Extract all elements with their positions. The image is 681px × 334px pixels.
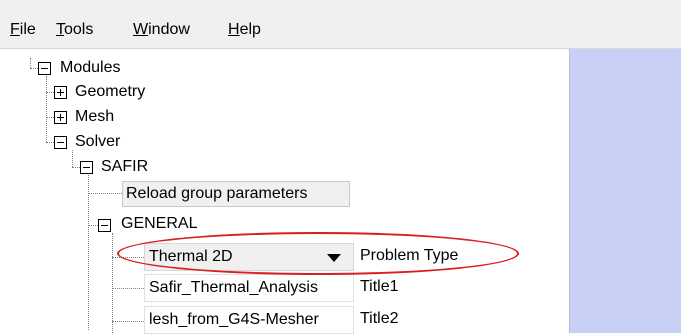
tree-node-general[interactable]: GENERAL <box>121 214 197 234</box>
modules-collapse-icon[interactable] <box>38 62 51 75</box>
title2-label: Title2 <box>360 310 399 327</box>
mesh-expand-icon[interactable] <box>54 111 67 124</box>
menu-bar: File Tools Window Help <box>0 0 681 49</box>
tree-connector <box>88 225 98 226</box>
dropdown-arrow-icon[interactable] <box>327 254 341 262</box>
tree-connector <box>112 257 144 258</box>
tree-node-solver[interactable]: Solver <box>75 132 120 152</box>
reload-group-parameters-button[interactable]: Reload group parameters <box>122 181 350 207</box>
menu-tools[interactable]: Tools <box>56 20 93 40</box>
solver-collapse-icon[interactable] <box>54 136 67 149</box>
tree-node-mesh[interactable]: Mesh <box>75 107 114 127</box>
tree-connector <box>112 233 113 333</box>
tree-connector <box>88 193 122 194</box>
tree-connector <box>112 288 144 289</box>
tree-connector <box>30 58 31 68</box>
tree-connector <box>46 92 54 93</box>
safir-collapse-icon[interactable] <box>80 161 93 174</box>
menu-window[interactable]: Window <box>133 20 190 40</box>
tree-connector <box>46 76 47 142</box>
tree-connector <box>30 68 38 69</box>
tree-connector <box>72 150 73 167</box>
tree-connector <box>112 321 144 322</box>
tree-node-geometry[interactable]: Geometry <box>75 82 145 102</box>
problem-type-dropdown[interactable]: Thermal 2D <box>144 243 354 271</box>
title1-label: Title1 <box>360 278 399 295</box>
problem-type-value: Thermal 2D <box>149 248 233 265</box>
tree-connector <box>46 142 54 143</box>
menu-file[interactable]: File <box>10 20 36 40</box>
tree-node-safir[interactable]: SAFIR <box>101 157 148 177</box>
title2-input[interactable]: lesh_from_G4S-Mesher <box>144 306 354 334</box>
geometry-expand-icon[interactable] <box>54 86 67 99</box>
tree-connector <box>46 117 54 118</box>
viewport-panel[interactable] <box>569 49 681 333</box>
tree-connector <box>88 175 89 330</box>
tree-node-modules[interactable]: Modules <box>60 58 120 78</box>
general-collapse-icon[interactable] <box>98 219 111 232</box>
title1-input[interactable]: Safir_Thermal_Analysis <box>144 274 354 302</box>
tree-connector <box>72 167 80 168</box>
problem-type-label: Problem Type <box>360 247 459 264</box>
menu-help[interactable]: Help <box>228 20 261 40</box>
